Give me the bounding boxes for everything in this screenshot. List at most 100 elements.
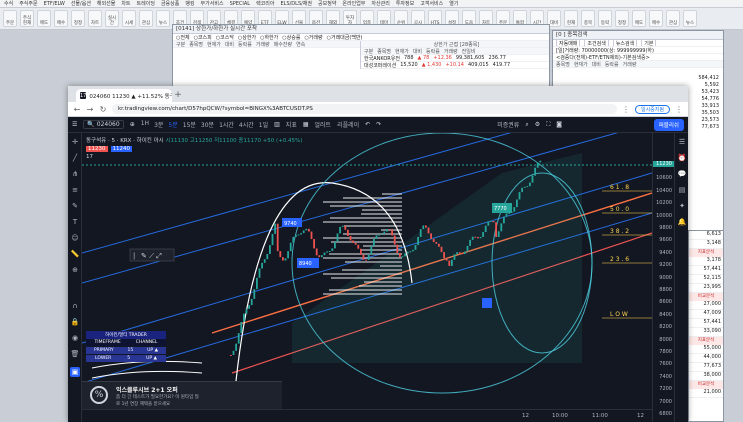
filter-radio[interactable]: ○전체 [176,34,190,41]
layout-name[interactable]: 미증권류 [497,120,519,129]
reload-icon[interactable]: ↻ [99,105,107,114]
interval-1H[interactable]: 1H [141,120,149,129]
trash-icon[interactable]: 🗑 [70,349,80,359]
side-label[interactable]: 비교분석 [689,381,723,389]
toolbar-button[interactable]: 종목 [581,10,595,27]
toolbar-button[interactable]: 관심 [139,10,153,27]
menu-item[interactable]: 선물/옵션 [71,0,91,7]
settings-icon[interactable]: ⚙ [535,121,540,128]
candle-type-icon[interactable]: ▥ [274,121,280,128]
interval-15분[interactable]: 15분 [183,120,196,129]
chart-pane[interactable]: 6 1 . 8 5 0 . 0 3 8 . 2 2 3 . 6 L O W 7770 8… [82,133,652,409]
filter-radios[interactable]: ○전체 ○코스피 ○코스닥 ○상한가 ○하한가 ○상승률 ○거래량 ○거래대금(백만) [173,34,549,41]
camera-icon[interactable]: ◙ [556,121,562,128]
menu-item[interactable]: 투자정보 [396,0,414,7]
toolbar-button[interactable]: 시세 [122,10,136,27]
toolbar-button[interactable]: 실시간 [105,10,119,27]
interval-4시간[interactable]: 4시간 [239,120,254,129]
brush-icon[interactable]: ✎ [70,201,80,211]
filter-radio[interactable]: ○코스피 [194,34,212,41]
search-icon[interactable]: ⌕ [525,121,528,129]
toolbar-button[interactable]: 매수 [649,10,663,27]
toolbar-button[interactable]: 현재 [564,10,578,27]
add-symbol-icon[interactable]: ⊕ [130,121,135,128]
back-icon[interactable]: ← [73,105,81,114]
toolbar-button[interactable]: 정정 [615,10,629,27]
menu-item[interactable]: 차트 [121,0,130,7]
table-row[interactable]: 한국ANKOR유전 788 ▲ 78 +12.36 99,381,605 236.77 [361,55,549,62]
undo-icon[interactable]: ↶ [365,121,370,128]
filter-radio[interactable]: ○거래대금(백만) [327,34,363,41]
object-tree-icon[interactable]: ▣ [70,367,80,377]
tab[interactable]: 자동매매 [556,40,581,46]
filter-radio[interactable]: ○코스닥 [216,34,234,41]
toolbar-button[interactable]: 등락 [598,10,612,27]
browser-tab[interactable]: 17 024060 11230 ▲ +11.52% 동구석유 - 5 ✕ [76,89,172,102]
calendar-icon[interactable]: ▤ [677,185,687,195]
forward-icon[interactable]: → [86,105,94,114]
toolbar-button[interactable]: 매도 [632,10,646,27]
interval-30분[interactable]: 30분 [201,120,214,129]
zoom-icon[interactable]: ⊕ [70,265,80,275]
menu-item[interactable]: 트레이딩 [137,0,155,7]
redo-icon[interactable]: ↷ [376,121,381,128]
alerts-icon[interactable]: ⏰ [677,153,687,163]
layout-icon[interactable]: ▦ [303,121,309,128]
menu-item[interactable]: 주식주문 [19,0,37,7]
menu-item[interactable]: 부가서비스 [201,0,224,7]
menu-item[interactable]: ELS/DLS/채권 [281,0,313,7]
price-scale[interactable]: 1080010600104001020010000980096009400920… [652,133,675,422]
menu-item[interactable]: ETF/ELW [44,1,65,7]
interval-list[interactable]: 1H 3분 5분 15분 30분 1시간 4시간 1일 [141,120,268,129]
interval-1시간[interactable]: 1시간 [219,120,234,129]
toolbar-button[interactable]: 매수 [54,10,68,27]
ideas-icon[interactable]: ✦ [677,201,687,211]
extensions-icon[interactable]: ⋮ [622,105,630,114]
ruler-icon[interactable]: 📏 [70,249,80,259]
filter-radio[interactable]: ○거래량 [304,34,322,41]
menu-item[interactable]: 수식 [4,0,13,7]
toolbar-button[interactable]: 정정 [71,10,85,27]
replay-button[interactable]: 리플레이 [337,120,359,129]
menu-item[interactable]: 금융상품 [161,0,179,7]
search-tabs[interactable]: 자동매매 조건검색 뉴스검색 기본 [553,40,723,47]
new-tab-icon[interactable]: + [172,90,184,102]
menu-item[interactable]: 열기 [449,0,458,7]
toolbar-button[interactable]: 관심 [666,10,680,27]
side-label[interactable]: 지표분석 [689,337,723,345]
toolbar-button[interactable]: 주문 [3,10,17,27]
url-input[interactable]: kr.tradingview.com/chart/D57hpQCW/?symbo… [112,104,617,114]
menu-item[interactable]: 렉코리아 [256,0,274,7]
menu-item[interactable]: 해외선물 [97,0,115,7]
toolbar-button[interactable]: 뉴스 [156,10,170,27]
filter-radio[interactable]: ○상한가 [238,34,256,41]
toolbar-button[interactable]: 주식현재 [20,10,34,27]
text-icon[interactable]: T [70,217,80,227]
promo-banner[interactable]: % 익스클루시브 2+1 오퍼 좀 더 긴 테스트가 필요한가요? 이 원타임 … [82,381,282,409]
publish-button[interactable]: 퍼블리쉬 [653,118,684,131]
symbol-search[interactable]: 🔍 024060 [83,120,124,129]
chat-icon[interactable]: 💬 [677,169,687,179]
table-row[interactable]: 대성코퍼레이션 15,520 ▲ 1,430 +10.14 409,015 419.77 [361,62,549,69]
alert-button[interactable]: 얼러트 [315,120,332,129]
fib-icon[interactable]: ≡ [70,185,80,195]
filter-radio[interactable]: ○상승률 [282,34,300,41]
toolbar-button[interactable]: 뉴스 [683,10,697,27]
trendline-icon[interactable]: ╱ [70,153,80,163]
toolbar-button[interactable]: 차트 [88,10,102,27]
toolbar-button[interactable]: 매도 [37,10,51,27]
tab[interactable]: 조건검색 [584,40,609,46]
time-scale[interactable]: 12 10:00 11:00 12 [82,409,652,422]
interval-5분[interactable]: 5분 [168,120,177,129]
pause-button[interactable]: 일시중지됨 [634,104,670,114]
eye-icon[interactable]: ◉ [70,333,80,343]
menu-item[interactable]: 공모청약 [318,0,336,7]
notification-icon[interactable]: 🔔 [677,217,687,227]
menu-item[interactable]: 자산관리 [371,0,389,7]
fullscreen-icon[interactable]: ⛶ [546,121,550,129]
fork-icon[interactable]: ⋔ [70,169,80,179]
menu-icon[interactable]: ☰ [72,121,77,128]
menu-icon[interactable]: ⋮ [675,105,683,114]
filter-radio[interactable]: ○하한가 [260,34,278,41]
emoji-icon[interactable]: ☺ [70,233,80,243]
